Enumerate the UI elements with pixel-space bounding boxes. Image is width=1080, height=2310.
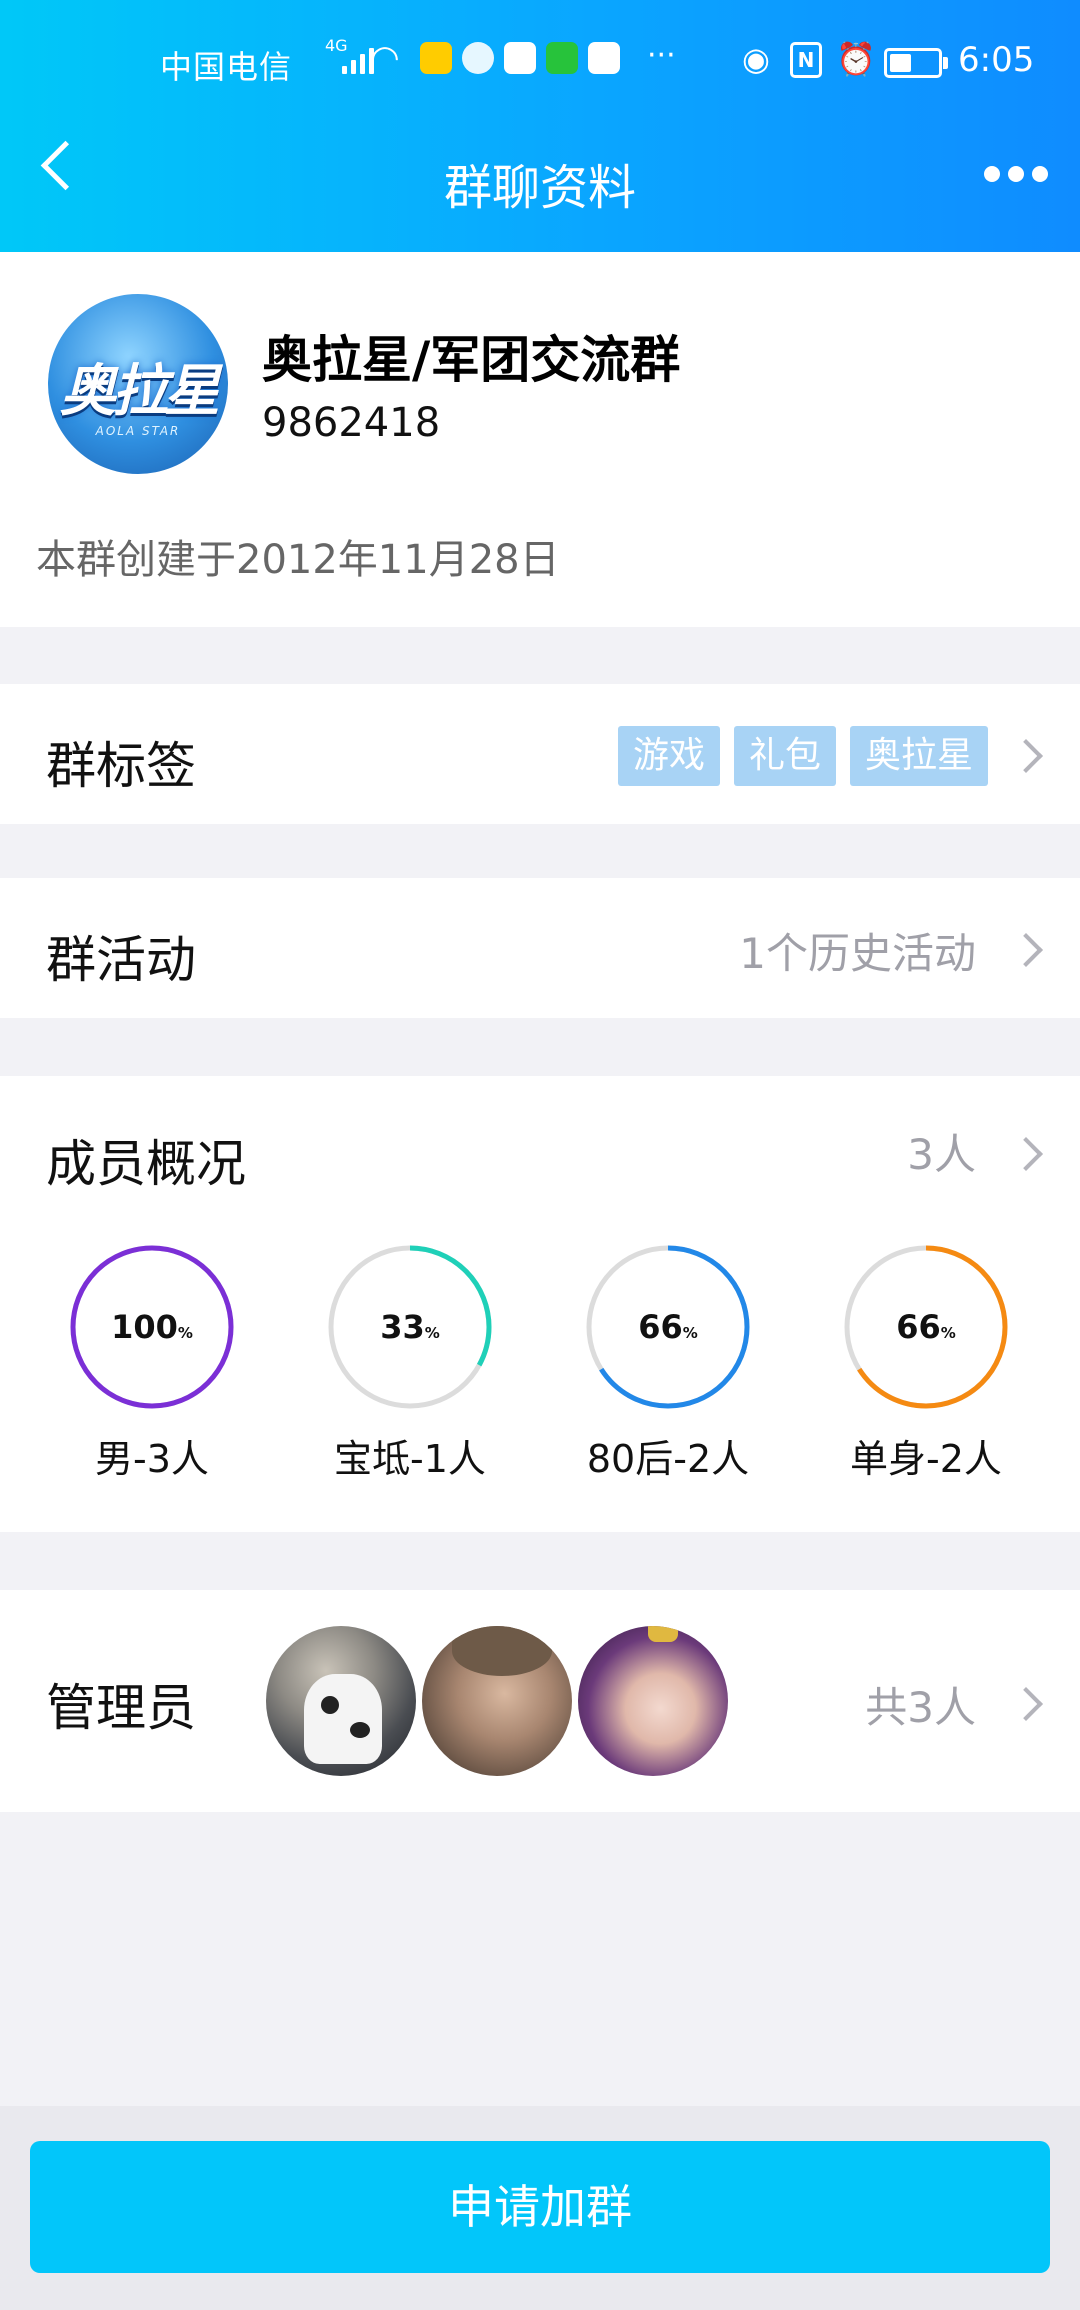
chevron-right-icon: [1009, 1137, 1043, 1171]
group-tags-row[interactable]: 群标签 游戏 礼包 奥拉星: [0, 684, 1080, 824]
group-info-card: 奥拉星 AOLA STAR 奥拉星/军团交流群 9862418 本群创建于201…: [0, 252, 1080, 627]
stat-label: 宝坻-1人: [334, 1437, 486, 1481]
stat-location: 33% 宝坻-1人: [310, 1244, 510, 1483]
more-options-icon[interactable]: [984, 166, 1048, 182]
stat-single: 66% 单身-2人: [826, 1244, 1026, 1483]
admin-row[interactable]: 管理员 共3人: [0, 1590, 1080, 1812]
bottom-bar: 申请加群: [0, 2106, 1080, 2310]
member-stats: 100% 男-3人 33% 宝坻-1人 66% 80后-2人 66% 单身-2人: [0, 1244, 1080, 1484]
carrier-label: 中国电信: [160, 48, 293, 86]
chat-icon: [462, 42, 494, 74]
iqiyi-icon: [546, 42, 578, 74]
group-activity-row[interactable]: 群活动 1个历史活动: [0, 878, 1080, 1018]
nfc-icon: N: [790, 42, 822, 78]
activity-count: 1个历史活动: [739, 929, 976, 978]
stat-percent: 100%: [111, 1308, 193, 1346]
group-logo-subtext: AOLA STAR: [95, 424, 181, 438]
stat-percent: 66%: [896, 1308, 956, 1346]
group-avatar: 奥拉星 AOLA STAR: [48, 294, 228, 474]
group-tags-label: 群标签: [46, 737, 196, 795]
status-time: 6:05: [958, 40, 1035, 80]
chevron-right-icon: [1009, 1687, 1043, 1721]
admin-avatar[interactable]: [266, 1626, 416, 1776]
header-bar: 中国电信 4G ◠ ··· ◉ N ⏰ 6:05 群聊资料: [0, 0, 1080, 252]
avatar-spot: [350, 1722, 370, 1738]
group-id: 9862418: [262, 400, 441, 446]
stat-percent: 33%: [380, 1308, 440, 1346]
avatar-hair: [452, 1626, 552, 1676]
group-activity-label: 群活动: [46, 931, 196, 989]
group-created-date: 本群创建于2012年11月28日: [36, 537, 560, 583]
admin-label: 管理员: [46, 1679, 196, 1737]
admin-avatar[interactable]: [422, 1626, 572, 1776]
stat-label: 男-3人: [95, 1437, 209, 1481]
stat-label: 80后-2人: [586, 1437, 750, 1481]
wifi-icon: ◠: [370, 38, 400, 78]
group-name: 奥拉星/军团交流群: [262, 331, 681, 389]
cloud-app-icon: [504, 42, 536, 74]
member-count: 3人: [907, 1130, 976, 1179]
alarm-icon: ⏰: [836, 40, 876, 78]
notification-icons: [420, 42, 620, 74]
eye-icon: ◉: [742, 40, 770, 78]
tag-item: 奥拉星: [849, 726, 988, 786]
more-dots-icon: ···: [647, 38, 676, 73]
member-overview-card[interactable]: 成员概况 3人 100% 男-3人 33% 宝坻-1人 66% 80后-2人 6…: [0, 1076, 1080, 1532]
weibo-icon: [588, 42, 620, 74]
chevron-right-icon: [1009, 933, 1043, 967]
member-overview-label: 成员概况: [46, 1135, 246, 1193]
avatar-figure: [304, 1674, 382, 1764]
stat-gender: 100% 男-3人: [52, 1244, 252, 1483]
tag-item: 游戏: [617, 726, 720, 786]
join-group-button[interactable]: 申请加群: [30, 2141, 1050, 2273]
chevron-right-icon: [1009, 739, 1043, 773]
stat-percent: 66%: [638, 1308, 698, 1346]
status-bar: 中国电信 4G ◠ ··· ◉ N ⏰ 6:05: [0, 36, 1080, 88]
stat-age: 66% 80后-2人: [568, 1244, 768, 1483]
admin-avatar[interactable]: [578, 1626, 728, 1776]
avatar-spot: [321, 1696, 339, 1714]
battery-icon: [884, 48, 948, 78]
page-title: 群聊资料: [443, 160, 636, 216]
tag-item: 礼包: [733, 726, 836, 786]
admin-count: 共3人: [865, 1683, 976, 1732]
group-logo-text: 奥拉星: [60, 359, 220, 424]
avatar-ornament: [648, 1626, 678, 1642]
app-icon: [420, 42, 452, 74]
tag-list: 游戏 礼包 奥拉星: [617, 726, 988, 786]
stat-label: 单身-2人: [850, 1437, 1002, 1481]
